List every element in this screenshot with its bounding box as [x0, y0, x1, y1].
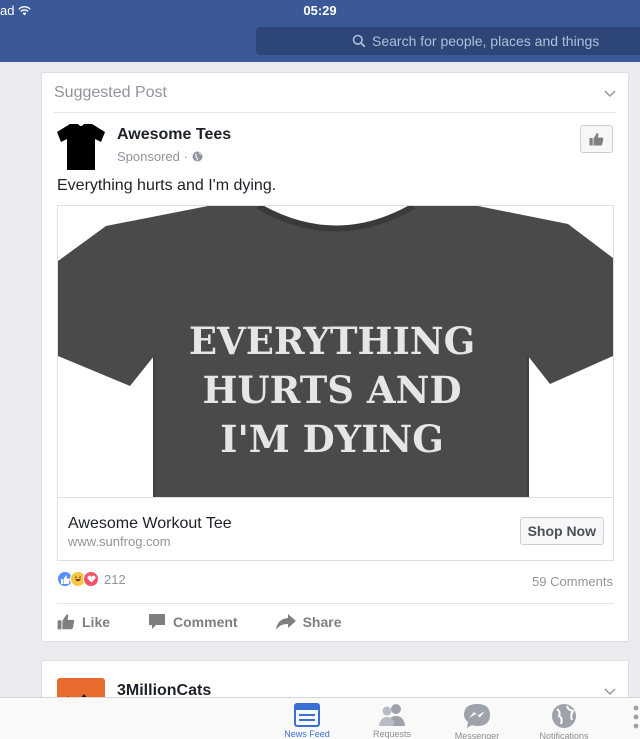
like-button[interactable]: Like: [57, 613, 110, 630]
tshirt-graphic: EVERYTHING HURTS AND I'M DYING: [58, 206, 613, 497]
requests-icon: [379, 704, 405, 726]
tab-messenger[interactable]: Messenger: [437, 703, 517, 739]
thumbs-up-icon: [589, 133, 604, 146]
love-reaction-icon: [83, 571, 99, 587]
share-label: Share: [302, 613, 342, 630]
sponsored-label: Sponsored ·: [117, 149, 203, 164]
reactions-summary[interactable]: 212: [57, 571, 126, 587]
shop-now-button[interactable]: Shop Now: [519, 517, 604, 545]
tab-requests[interactable]: Requests: [352, 703, 432, 739]
tab-news-feed[interactable]: News Feed: [267, 703, 347, 739]
search-placeholder: Search for people, places and things: [372, 33, 600, 49]
page-avatar[interactable]: [56, 122, 106, 172]
tab-label: News Feed: [284, 729, 330, 739]
thumbs-up-icon: [57, 614, 75, 630]
suggested-post-card: Suggested Post Awesome Tees Sponsored · …: [41, 72, 629, 642]
shirt-text-line-2: HURTS AND: [202, 368, 461, 412]
comment-button[interactable]: Comment: [148, 613, 238, 630]
post-header: Awesome Tees Sponsored ·: [42, 113, 628, 175]
tab-notifications[interactable]: Notifications: [524, 703, 604, 739]
comment-label: Comment: [173, 613, 238, 630]
post-text: Everything hurts and I'm dying.: [57, 177, 277, 194]
more-icon[interactable]: [633, 704, 639, 739]
search-input[interactable]: Search for people, places and things: [256, 27, 640, 55]
messenger-icon: [464, 704, 490, 728]
shirt-text-line-1: EVERYTHING: [189, 319, 475, 363]
sponsored-text: Sponsored ·: [117, 149, 188, 164]
reaction-count: 212: [104, 571, 126, 587]
page-name[interactable]: Awesome Tees: [117, 126, 231, 144]
like-label: Like: [82, 613, 111, 630]
search-icon: [352, 34, 366, 48]
tab-label: Messenger: [454, 731, 500, 739]
status-time: 05:29: [303, 3, 337, 18]
news-feed-icon: [294, 703, 320, 727]
chevron-down-icon[interactable]: [604, 85, 616, 101]
comments-count[interactable]: 59 Comments: [532, 574, 613, 589]
tab-label: Requests: [372, 729, 412, 739]
tshirt-image[interactable]: EVERYTHING HURTS AND I'M DYING: [58, 206, 613, 497]
globe-icon: [552, 704, 576, 728]
link-domain: www.sunfrog.com: [68, 534, 171, 549]
post-actions: Like Comment Share: [57, 603, 614, 639]
top-navigation-bar: ad 05:29 Search for people, places and t…: [0, 0, 640, 62]
shirt-text-line-3: I'M DYING: [220, 417, 444, 461]
tab-label: Notifications: [539, 731, 589, 739]
suggested-post-title: Suggested Post: [54, 83, 167, 101]
bottom-tab-bar: News Feed Requests Messenger Notificatio…: [0, 697, 640, 739]
link-caption: Awesome Workout Tee www.sunfrog.com Shop…: [58, 497, 613, 561]
share-icon: [275, 613, 296, 630]
link-preview[interactable]: EVERYTHING HURTS AND I'M DYING Awesome W…: [57, 205, 614, 561]
globe-icon: [192, 151, 203, 162]
link-title[interactable]: Awesome Workout Tee: [68, 515, 232, 533]
share-button[interactable]: Share: [275, 613, 342, 630]
suggested-post-header: Suggested Post: [54, 73, 616, 113]
like-page-button[interactable]: [580, 125, 613, 153]
comment-icon: [149, 614, 166, 629]
